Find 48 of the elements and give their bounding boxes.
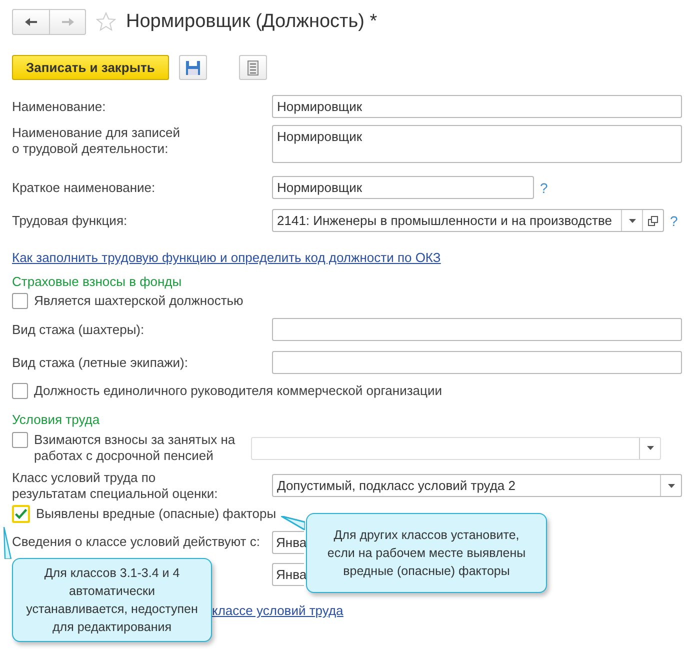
field-label: Класс условий труда по результатам специальной оценки: [12, 470, 219, 502]
dropdown-field[interactable]: Допустимый, подкласс условий труда 2 [272, 474, 682, 497]
star-icon[interactable] [96, 12, 116, 32]
input-field[interactable]: Нормировщик [272, 95, 682, 118]
tooltip-pointer [281, 516, 305, 530]
hint-tooltip: Для других классов установите, если на рабочем месте выявлены вредные (опасные) факторы [306, 513, 547, 593]
checkbox[interactable] [12, 505, 30, 523]
checkbox[interactable] [12, 293, 28, 309]
left-arrow-icon [24, 17, 38, 27]
checkbox-label: Взимаются взносы за занятых на работах с досрочной пенсией [34, 432, 236, 464]
help-link[interactable]: классе условий труда [212, 603, 344, 618]
open-window-icon [648, 216, 658, 226]
field-label: Краткое наименование: [12, 180, 156, 196]
checkbox[interactable] [12, 432, 28, 448]
help-link[interactable]: ? [540, 180, 548, 196]
checkbox[interactable] [12, 383, 28, 399]
field-label: Вид стажа (летные экипажи): [12, 354, 189, 370]
checkbox-label: Должность единоличного руководителя коммерческой организации [34, 383, 442, 399]
checkbox-label: Выявлены вредные (опасные) факторы [36, 506, 276, 522]
section-heading: Условия труда [12, 412, 100, 427]
date-field[interactable]: Янва [272, 530, 304, 554]
dropdown-field[interactable]: 2141: Инженеры в промышленности и на производстве [272, 209, 664, 232]
input-field[interactable] [272, 351, 682, 374]
checkbox-label: Является шахтерской должностью [34, 293, 244, 309]
caret-icon [646, 446, 654, 450]
section-heading: Страховые взносы в фонды [12, 274, 182, 289]
input-field[interactable] [272, 318, 682, 341]
field-label: Наименование для записей о трудовой деятельности: [12, 125, 182, 157]
field-label: Трудовая функция: [12, 212, 128, 228]
window-title: Нормировщик (Должность) * [126, 11, 378, 33]
caret-icon [668, 484, 674, 488]
save-button[interactable] [178, 55, 207, 80]
hint-tooltip: Для классов 3.1-3.4 и 4 автоматически устанавливается, недоступен для редактирования [12, 558, 212, 642]
input-field[interactable]: Нормировщик [272, 176, 534, 199]
help-link[interactable]: ? [670, 212, 678, 228]
date-field[interactable]: Янва [272, 562, 304, 586]
field-label: Наименование: [12, 98, 107, 114]
right-arrow-icon [60, 17, 74, 27]
help-link[interactable]: Как заполнить трудовую функцию и определить код должности по ОКЗ [12, 250, 441, 265]
caret-icon [628, 218, 636, 222]
more-button[interactable] [238, 55, 267, 80]
save-and-close-button[interactable]: Записать и закрыть [12, 55, 169, 80]
list-icon [246, 60, 259, 76]
tooltip-pointer [3, 527, 12, 559]
dropdown-field[interactable] [251, 436, 661, 460]
input-field[interactable]: Нормировщик [272, 125, 682, 163]
field-label: Вид стажа (шахтеры): [12, 322, 146, 338]
field-label: Сведения о классе условий действуют с: [12, 534, 261, 550]
